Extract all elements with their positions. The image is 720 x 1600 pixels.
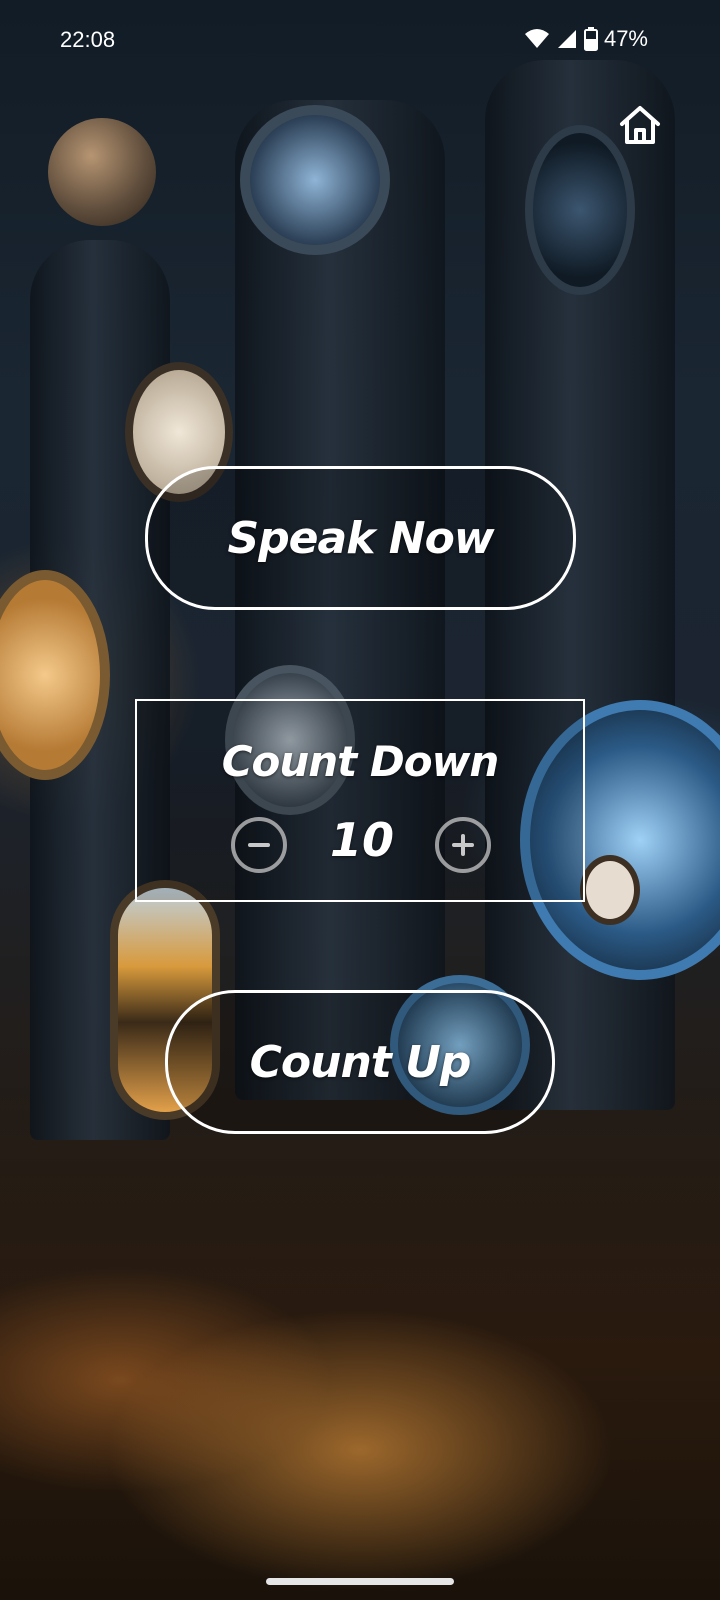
cell-signal-icon bbox=[557, 30, 576, 48]
home-icon bbox=[620, 106, 660, 144]
decrement-button[interactable] bbox=[231, 817, 287, 873]
countdown-label[interactable]: Count Down bbox=[137, 737, 583, 786]
speak-now-button[interactable]: Speak Now bbox=[145, 466, 576, 610]
count-up-button[interactable]: Count Up bbox=[165, 990, 555, 1134]
plus-circle-icon bbox=[452, 834, 474, 856]
battery-percent: 47% bbox=[603, 26, 648, 51]
countdown-value: 10 bbox=[329, 813, 394, 867]
gesture-nav-handle[interactable] bbox=[266, 1578, 454, 1585]
increment-button[interactable] bbox=[435, 817, 491, 873]
clock-decoration bbox=[525, 125, 635, 295]
clock-decoration bbox=[580, 855, 640, 925]
status-bar: 22:08 47% bbox=[0, 0, 720, 80]
countdown-panel: Count Down 10 bbox=[135, 699, 585, 902]
battery-icon bbox=[583, 27, 598, 51]
clock-decoration bbox=[240, 105, 390, 255]
home-button[interactable] bbox=[618, 104, 662, 146]
wifi-icon bbox=[524, 29, 549, 48]
minus-circle-icon bbox=[248, 843, 270, 847]
app-screen: 22:08 47% Speak Now Count Down 10 Count … bbox=[0, 0, 720, 1600]
status-time: 22:08 bbox=[60, 27, 116, 52]
planet-decoration bbox=[48, 118, 156, 226]
status-icons: 47% bbox=[524, 26, 648, 52]
